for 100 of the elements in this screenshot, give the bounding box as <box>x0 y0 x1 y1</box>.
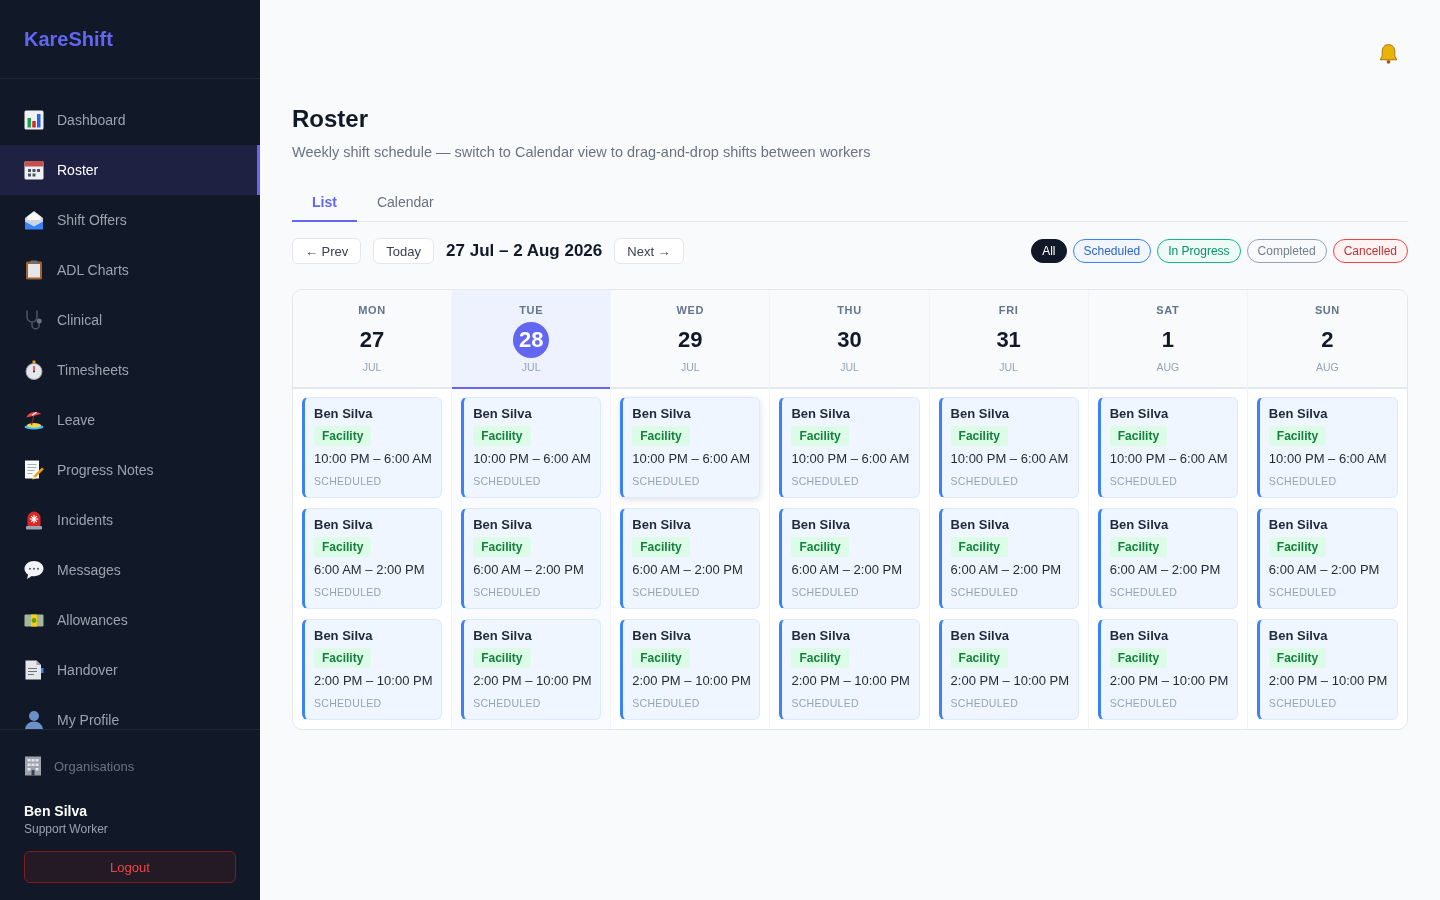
worker-name: Ben Silva <box>950 406 1010 422</box>
shift-status: SCHEDULED <box>632 585 700 599</box>
worker-name: Ben Silva <box>950 628 1010 644</box>
location-tag: Facility <box>1268 537 1327 557</box>
date-range: 27 Jul – 2 Aug 2026 <box>446 240 603 262</box>
location-tag: Facility <box>314 426 372 446</box>
nav-item[interactable]: Shift Offers <box>0 195 260 245</box>
day-number: 2 <box>1320 326 1335 354</box>
status-filter[interactable]: Completed <box>1246 239 1327 263</box>
shift-status: SCHEDULED <box>1109 474 1178 488</box>
shift-time: 2:00 PM – 10:00 PM <box>1109 673 1229 689</box>
status-filter[interactable]: Cancelled <box>1332 239 1408 263</box>
status-filter[interactable]: In Progress <box>1157 239 1241 263</box>
logout-button[interactable]: Logout <box>24 851 236 883</box>
location-tag: Facility <box>1109 648 1168 668</box>
worker-name: Ben Silva <box>632 517 691 533</box>
month-label: JUL <box>681 360 700 374</box>
shift-status: SCHEDULED <box>791 585 859 599</box>
location-tag: Facility <box>314 537 372 557</box>
shift-time: 6:00 AM – 2:00 PM <box>473 562 584 578</box>
worker-name: Ben Silva <box>632 406 691 422</box>
shift-card[interactable]: Ben Silva Facility 2:00 PM – 10:00 PM SCHEDULED <box>302 619 443 720</box>
nav-item[interactable]: Allowances <box>0 595 260 645</box>
shift-card[interactable]: Ben Silva Facility 10:00 PM – 6:00 AM SCHEDULED <box>1097 397 1238 498</box>
shift-card[interactable]: Ben Silva Facility 6:00 AM – 2:00 PM SCHEDULED <box>620 508 761 609</box>
location-tag: Facility <box>791 648 849 668</box>
nav-item[interactable]: Timesheets <box>0 345 260 395</box>
nav-item[interactable]: Incidents <box>0 495 260 545</box>
shift-card[interactable]: Ben Silva Facility 2:00 PM – 10:00 PM SCHEDULED <box>461 619 602 720</box>
month-label: JUL <box>521 360 541 374</box>
shift-card[interactable]: Ben Silva Facility 10:00 PM – 6:00 AM SCHEDULED <box>461 397 602 498</box>
shift-card[interactable]: Ben Silva Facility 2:00 PM – 10:00 PM SCHEDULED <box>938 619 1079 720</box>
shift-card[interactable]: Ben Silva Facility 2:00 PM – 10:00 PM SCHEDULED <box>1256 619 1398 720</box>
tab[interactable]: Calendar <box>356 184 454 222</box>
shift-card[interactable]: Ben Silva Facility 6:00 AM – 2:00 PM SCHEDULED <box>779 508 920 609</box>
worker-name: Ben Silva <box>1268 517 1328 533</box>
next-button[interactable]: Next → <box>614 238 684 264</box>
weekday-label: TUE <box>519 303 544 317</box>
shift-time: 10:00 PM – 6:00 AM <box>632 451 751 467</box>
shift-status: SCHEDULED <box>632 696 700 710</box>
bar-chart-icon <box>24 110 44 130</box>
siren-icon <box>24 510 44 530</box>
shift-time: 2:00 PM – 10:00 PM <box>791 673 910 689</box>
weekday-label: THU <box>837 303 862 317</box>
shift-status: SCHEDULED <box>1268 585 1337 599</box>
tab[interactable]: List <box>292 184 357 222</box>
nav-link[interactable]: Organisations <box>24 748 135 784</box>
shift-card[interactable]: Ben Silva Facility 10:00 PM – 6:00 AM SCHEDULED <box>1256 397 1398 498</box>
shift-card[interactable]: Ben Silva Facility 6:00 AM – 2:00 PM SCHEDULED <box>302 508 443 609</box>
weekday-label: WED <box>676 303 705 317</box>
shift-time: 10:00 PM – 6:00 AM <box>791 451 910 467</box>
location-tag: Facility <box>632 426 690 446</box>
nav-item[interactable]: ADL Charts <box>0 245 260 295</box>
shift-card[interactable]: Ben Silva Facility 10:00 PM – 6:00 AM SCHEDULED <box>779 397 920 498</box>
nav-item[interactable]: Handover <box>0 645 260 695</box>
shift-status: SCHEDULED <box>314 696 382 710</box>
shift-time: 2:00 PM – 10:00 PM <box>950 673 1070 689</box>
shift-time: 6:00 AM – 2:00 PM <box>1109 562 1221 578</box>
page-subtitle: Weekly shift schedule — switch to Calendar view to drag-and-drop shifts between workers <box>292 143 872 162</box>
envelope-tray-icon <box>24 210 44 230</box>
month-label: JUL <box>362 360 382 374</box>
user-role: Support Worker <box>24 821 109 837</box>
shift-card[interactable]: Ben Silva Facility 6:00 AM – 2:00 PM SCHEDULED <box>938 508 1079 609</box>
nav-item[interactable]: Roster <box>0 145 260 195</box>
location-tag: Facility <box>1109 426 1168 446</box>
day-number: 29 <box>677 326 704 354</box>
location-tag: Facility <box>314 648 372 668</box>
memo-pencil-icon <box>24 460 44 480</box>
shift-card[interactable]: Ben Silva Facility 6:00 AM – 2:00 PM SCHEDULED <box>1097 508 1238 609</box>
nav-item[interactable]: Leave <box>0 395 260 445</box>
today-button[interactable]: Today <box>373 238 435 264</box>
nav-item[interactable]: Messages <box>0 545 260 595</box>
shift-card[interactable]: Ben Silva Facility 6:00 AM – 2:00 PM SCHEDULED <box>461 508 602 609</box>
nav-item[interactable]: Clinical <box>0 295 260 345</box>
shift-card[interactable]: Ben Silva Facility 6:00 AM – 2:00 PM SCHEDULED <box>1256 508 1398 609</box>
person-icon <box>24 710 44 729</box>
shift-card[interactable]: Ben Silva Facility 10:00 PM – 6:00 AM SCHEDULED <box>302 397 443 498</box>
bell-icon[interactable] <box>1378 43 1399 64</box>
status-filter[interactable]: All <box>1031 239 1067 263</box>
location-tag: Facility <box>950 426 1008 446</box>
worker-name: Ben Silva <box>1268 628 1328 644</box>
nav-item[interactable]: My Profile <box>0 695 260 729</box>
shift-status: SCHEDULED <box>1268 474 1337 488</box>
shift-card[interactable]: Ben Silva Facility 2:00 PM – 10:00 PM SCHEDULED <box>779 619 920 720</box>
shift-card[interactable]: Ben Silva Facility 2:00 PM – 10:00 PM SCHEDULED <box>1097 619 1238 720</box>
user-name: Ben Silva <box>24 802 89 820</box>
shift-status: SCHEDULED <box>791 696 859 710</box>
nav-item[interactable]: Dashboard <box>0 95 260 145</box>
prev-button[interactable]: ← Prev <box>292 238 362 264</box>
location-tag: Facility <box>791 426 849 446</box>
nav-item[interactable]: Progress Notes <box>0 445 260 495</box>
status-filter[interactable]: Scheduled <box>1072 239 1152 263</box>
shift-card[interactable]: Ben Silva Facility 10:00 PM – 6:00 AM SCHEDULED <box>938 397 1079 498</box>
shift-card[interactable]: Ben Silva Facility 2:00 PM – 10:00 PM SCHEDULED <box>620 619 761 720</box>
shift-card[interactable]: Ben Silva Facility 10:00 PM – 6:00 AM SCHEDULED <box>620 397 761 498</box>
day-number: 31 <box>995 326 1022 354</box>
shift-time: 6:00 AM – 2:00 PM <box>1268 562 1380 578</box>
shift-time: 2:00 PM – 10:00 PM <box>1268 673 1388 689</box>
worker-name: Ben Silva <box>1109 406 1169 422</box>
worker-name: Ben Silva <box>1109 628 1169 644</box>
